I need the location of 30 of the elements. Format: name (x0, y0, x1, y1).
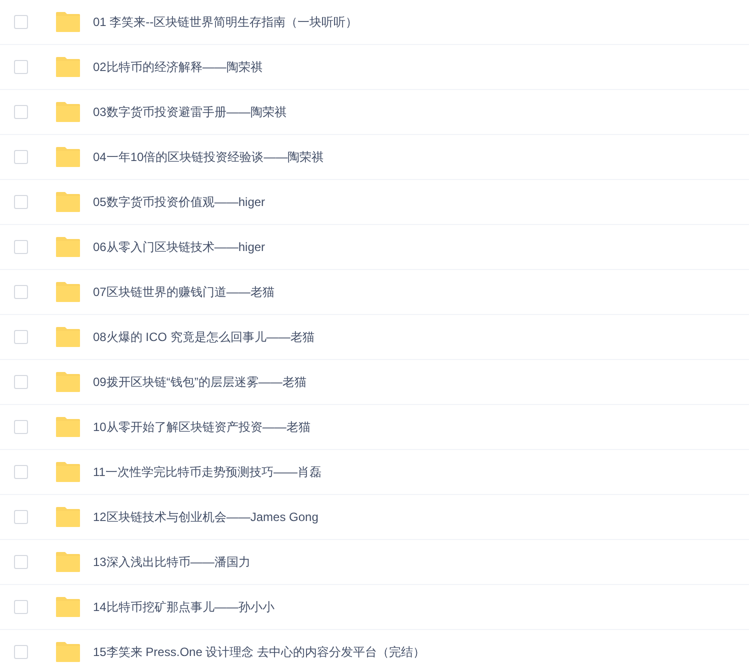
folder-name[interactable]: 14比特币挖矿那点事儿——孙小小 (93, 598, 274, 616)
checkbox[interactable] (14, 645, 28, 659)
folder-name[interactable]: 02比特币的经济解释——陶荣祺 (93, 58, 262, 76)
folder-name[interactable]: 10从零开始了解区块链资产投资——老猫 (93, 418, 310, 436)
folder-name[interactable]: 05数字货币投资价值观——higer (93, 193, 266, 211)
checkbox[interactable] (14, 240, 28, 254)
folder-name[interactable]: 03数字货币投资避雷手册——陶荣祺 (93, 103, 286, 121)
checkbox[interactable] (14, 330, 28, 344)
checkbox[interactable] (14, 150, 28, 164)
checkbox[interactable] (14, 285, 28, 299)
checkbox[interactable] (14, 60, 28, 74)
folder-name[interactable]: 11一次性学完比特币走势预测技巧——肖磊 (93, 463, 322, 481)
checkbox[interactable] (14, 510, 28, 524)
checkbox[interactable] (14, 600, 28, 614)
checkbox[interactable] (14, 15, 28, 29)
folder-name[interactable]: 07区块链世界的赚钱门道——老猫 (93, 283, 274, 301)
checkbox[interactable] (14, 555, 28, 569)
folder-name[interactable]: 06从零入门区块链技术——higer (93, 238, 266, 256)
checkbox[interactable] (14, 420, 28, 434)
folder-name[interactable]: 08火爆的 ICO 究竟是怎么回事儿——老猫 (93, 328, 314, 346)
folder-name[interactable]: 13深入浅出比特币——潘国力 (93, 553, 250, 571)
folder-name[interactable]: 09拨开区块链“钱包”的层层迷雾——老猫 (93, 373, 306, 391)
checkbox[interactable] (14, 465, 28, 479)
checkbox[interactable] (14, 375, 28, 389)
folder-name[interactable]: 04一年10倍的区块链投资经验谈——陶荣祺 (93, 148, 324, 166)
folder-name[interactable]: 01 李笑来--区块链世界简明生存指南（一块听听） (93, 13, 358, 31)
folder-name[interactable]: 15李笑来 Press.One 设计理念 去中心的内容分发平台（完结） (93, 643, 426, 661)
checkbox[interactable] (14, 105, 28, 119)
checkbox[interactable] (14, 195, 28, 209)
folder-name[interactable]: 12区块链技术与创业机会——James Gong (93, 508, 318, 526)
